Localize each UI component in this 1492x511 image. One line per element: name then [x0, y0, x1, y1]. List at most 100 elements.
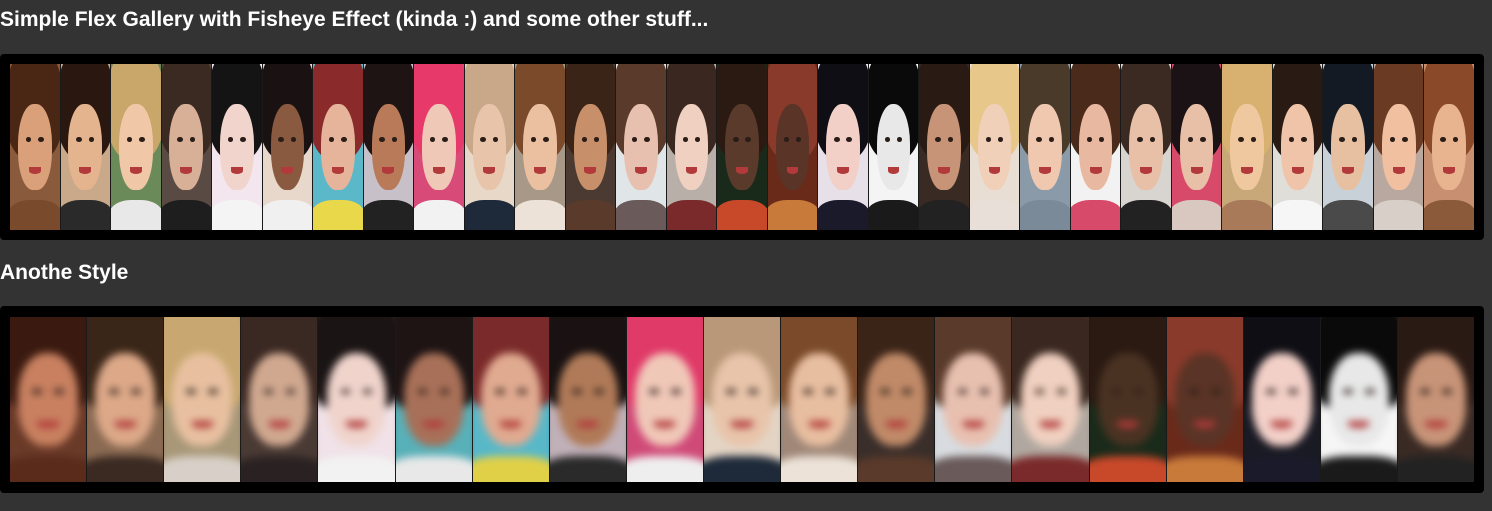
portrait-eye: [783, 137, 790, 142]
portrait-eye: [1265, 388, 1276, 395]
gallery-photo[interactable]: [318, 317, 396, 482]
portrait-eye: [278, 137, 284, 142]
portrait-shirt: [868, 200, 919, 230]
gallery-two-title: Anothe Style: [0, 261, 129, 284]
gallery-photo[interactable]: [10, 317, 88, 482]
portrait-mouth: [382, 166, 395, 174]
gallery-photo[interactable]: [717, 64, 768, 230]
gallery-photo[interactable]: [1373, 64, 1425, 230]
gallery-photo[interactable]: [626, 317, 704, 482]
portrait-image: [717, 64, 767, 230]
gallery-photo[interactable]: [515, 64, 566, 230]
portrait-eye: [516, 388, 527, 395]
portrait-image: [703, 317, 781, 482]
gallery-photo[interactable]: [666, 64, 718, 230]
portrait-shirt: [1166, 456, 1243, 482]
gallery-photo[interactable]: [868, 64, 920, 230]
portrait-shirt: [1373, 200, 1424, 230]
portrait-image: [60, 64, 111, 230]
portrait-face: [1331, 103, 1365, 191]
portrait-shirt: [919, 200, 969, 230]
gallery-photo[interactable]: [164, 317, 242, 482]
portrait-mouth: [1271, 420, 1293, 428]
gallery-photo[interactable]: [241, 317, 319, 482]
gallery-photo[interactable]: [363, 64, 415, 230]
portrait-eye: [1402, 137, 1408, 142]
portrait-eye: [1238, 137, 1244, 142]
portrait-eye: [1187, 137, 1194, 142]
portrait-mouth: [180, 166, 193, 174]
portrait-shirt: [87, 456, 164, 482]
gallery-photo[interactable]: [781, 317, 859, 482]
portrait-mouth: [28, 166, 41, 174]
portrait-shirt: [616, 200, 666, 230]
portrait-eye: [726, 388, 736, 395]
gallery-photo[interactable]: [767, 64, 819, 230]
portrait-shirt: [1020, 200, 1070, 230]
gallery-photo[interactable]: [262, 64, 314, 230]
gallery-photo[interactable]: [565, 64, 617, 230]
portrait-shirt: [10, 200, 60, 230]
gallery-photo[interactable]: [616, 64, 667, 230]
gallery-photo[interactable]: [10, 64, 61, 230]
portrait-image: [464, 64, 515, 230]
gallery-photo[interactable]: [472, 317, 550, 482]
gallery-photo[interactable]: [1012, 317, 1090, 482]
gallery-photo[interactable]: [919, 64, 970, 230]
gallery-photo[interactable]: [818, 64, 869, 230]
portrait-eye: [571, 388, 582, 395]
portrait-shirt: [262, 200, 313, 230]
gallery-photo[interactable]: [1089, 317, 1167, 482]
portrait-eye: [341, 137, 347, 142]
gallery-photo[interactable]: [703, 317, 782, 482]
gallery-photo[interactable]: [464, 64, 516, 230]
portrait-eye: [1137, 137, 1143, 142]
gallery-photo[interactable]: [1424, 64, 1474, 230]
gallery-photo[interactable]: [1320, 317, 1398, 482]
gallery-photo[interactable]: [1323, 64, 1374, 230]
gallery-photo[interactable]: [1243, 317, 1321, 482]
gallery-photo[interactable]: [60, 64, 112, 230]
gallery-photo[interactable]: [1171, 64, 1223, 230]
portrait-shirt: [111, 200, 161, 230]
gallery-photo[interactable]: [549, 317, 627, 482]
portrait-image: [313, 64, 363, 230]
portrait-eye: [480, 137, 486, 142]
portrait-eye: [884, 137, 891, 142]
portrait-mouth: [1348, 420, 1370, 428]
gallery-photo[interactable]: [395, 317, 473, 482]
gallery-photo[interactable]: [935, 317, 1013, 482]
gallery-photo[interactable]: [1166, 317, 1244, 482]
portrait-shirt: [1089, 456, 1166, 482]
gallery-photo[interactable]: [1272, 64, 1324, 230]
gallery-photo[interactable]: [858, 317, 936, 482]
portrait-face: [977, 103, 1012, 191]
portrait-shirt: [767, 200, 818, 230]
portrait-eye: [649, 388, 659, 395]
portrait-face: [927, 103, 961, 191]
portrait-face: [866, 353, 927, 446]
portrait-shirt: [565, 200, 616, 230]
portrait-mouth: [37, 420, 59, 428]
portrait-face: [169, 103, 204, 191]
portrait-mouth: [191, 420, 213, 428]
portrait-mouth: [654, 420, 676, 428]
gallery-photo[interactable]: [212, 64, 263, 230]
portrait-image: [1012, 317, 1089, 482]
gallery-photo[interactable]: [1020, 64, 1071, 230]
gallery-photo[interactable]: [111, 64, 162, 230]
portrait-shirt: [935, 456, 1012, 482]
portrait-eye: [442, 137, 448, 142]
gallery-photo[interactable]: [969, 64, 1021, 230]
gallery-photo[interactable]: [1121, 64, 1172, 230]
gallery-photo[interactable]: [1070, 64, 1122, 230]
portrait-mouth: [483, 166, 496, 174]
portrait-eye: [1301, 137, 1307, 142]
gallery-photo[interactable]: [313, 64, 364, 230]
gallery-photo[interactable]: [1397, 317, 1475, 482]
gallery-photo[interactable]: [87, 317, 165, 482]
gallery-photo[interactable]: [1222, 64, 1273, 230]
gallery-photo[interactable]: [161, 64, 213, 230]
portrait-mouth: [331, 166, 344, 174]
gallery-photo[interactable]: [414, 64, 465, 230]
